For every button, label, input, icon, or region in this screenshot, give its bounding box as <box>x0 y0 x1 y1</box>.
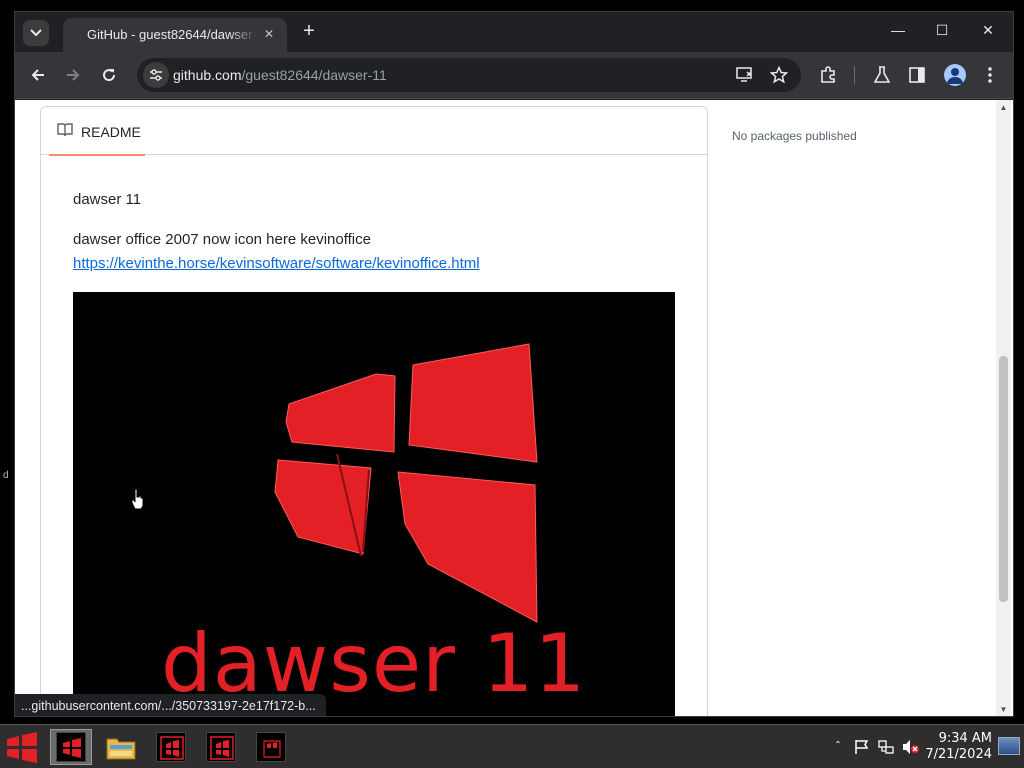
tab-title: GitHub - guest82644/dawser-11 <box>87 27 257 42</box>
taskbar-app-3[interactable] <box>150 729 192 765</box>
install-app-button[interactable] <box>735 65 755 85</box>
folder-icon <box>106 738 136 760</box>
tab-strip: GitHub - guest82644/dawser-11 ✕ + — ☐ ✕ <box>15 12 1013 52</box>
logo-pane-top-left <box>285 373 396 453</box>
scroll-up-arrow-icon[interactable]: ▲ <box>999 103 1008 112</box>
flask-icon <box>874 66 890 83</box>
reload-icon <box>103 69 116 82</box>
tune-icon <box>150 69 162 81</box>
close-window-button[interactable]: ✕ <box>973 22 1003 39</box>
start-button[interactable] <box>4 728 40 766</box>
bookmark-star-button[interactable] <box>769 65 789 85</box>
back-button[interactable] <box>27 64 49 86</box>
new-tab-button[interactable]: + <box>299 20 319 42</box>
site-info-button[interactable] <box>143 62 169 88</box>
chevron-down-icon <box>30 29 42 37</box>
clock-date[interactable]: 7/21/2024 <box>920 747 992 762</box>
tab-github[interactable]: GitHub - guest82644/dawser-11 ✕ <box>63 18 287 52</box>
logo-pane-top-right <box>408 343 538 463</box>
toolbar-separator <box>854 66 855 84</box>
desktop-edge-text: d <box>3 470 9 481</box>
taskbar-app-4[interactable] <box>200 729 242 765</box>
clock-time[interactable]: 9:34 AM <box>928 731 992 746</box>
scroll-down-arrow-icon[interactable]: ▼ <box>999 705 1008 714</box>
tab-readme[interactable]: README <box>49 107 145 156</box>
readme-title: dawser 11 <box>73 191 142 208</box>
forward-button[interactable] <box>62 64 84 86</box>
taskbar-app-1[interactable] <box>50 729 92 765</box>
taskbar: ˆ 9:34 AM 7/21/2024 <box>0 724 1024 768</box>
scrollbar-thumb[interactable] <box>999 356 1008 602</box>
start-logo-icon <box>7 732 37 763</box>
logo-pane-bottom-right <box>397 471 538 623</box>
kebab-menu-icon <box>988 67 992 83</box>
menu-button[interactable] <box>979 64 1001 86</box>
browser-window: GitHub - guest82644/dawser-11 ✕ + — ☐ ✕ … <box>14 11 1014 717</box>
maximize-button[interactable]: ☐ <box>927 22 957 39</box>
app-logo-icon <box>256 732 286 762</box>
book-icon <box>57 123 73 137</box>
url-text: github.com/guest82644/dawser-11 <box>173 67 387 83</box>
readme-card: README dawser 11 dawser office 2007 now … <box>40 106 708 716</box>
readme-link[interactable]: https://kevinthe.horse/kevinsoftware/sof… <box>73 255 480 272</box>
address-bar[interactable]: github.com/guest82644/dawser-11 <box>137 58 801 92</box>
readme-description: dawser office 2007 now icon here kevinof… <box>73 231 371 248</box>
readme-image[interactable]: dawser 11 <box>73 292 675 716</box>
packages-empty-text: No packages published <box>732 129 857 143</box>
app-logo-icon <box>156 732 186 762</box>
side-panel-button[interactable] <box>906 64 928 86</box>
person-icon <box>947 68 963 84</box>
install-icon <box>736 67 752 82</box>
profile-avatar[interactable] <box>944 64 966 86</box>
readme-header: README <box>41 107 707 156</box>
minimize-button[interactable]: — <box>883 22 913 38</box>
browser-toolbar: github.com/guest82644/dawser-11 <box>15 52 1013 99</box>
url-path: /guest82644/dawser-11 <box>241 67 387 83</box>
volume-muted-icon[interactable] <box>902 739 920 755</box>
arrow-left-icon <box>31 69 44 81</box>
arrow-right-icon <box>67 69 80 81</box>
tray-overflow-chevron[interactable]: ˆ <box>836 739 840 753</box>
labs-button[interactable] <box>871 64 893 86</box>
puzzle-icon <box>821 66 835 83</box>
network-icon[interactable] <box>878 739 894 755</box>
url-host: github.com <box>173 67 242 83</box>
tab-close-icon[interactable]: ✕ <box>261 27 277 41</box>
page-viewport: README dawser 11 dawser office 2007 now … <box>15 100 1013 716</box>
link-status-bubble: ...githubusercontent.com/.../350733197-2… <box>15 694 326 716</box>
show-desktop-button[interactable] <box>998 737 1020 755</box>
side-panel-icon <box>909 67 925 83</box>
tab-search-button[interactable] <box>23 20 49 46</box>
reload-button[interactable] <box>98 64 120 86</box>
app-logo-icon <box>206 732 236 762</box>
readme-tab-label: README <box>81 124 141 140</box>
flag-icon[interactable] <box>854 739 870 755</box>
taskbar-file-explorer[interactable] <box>100 729 142 765</box>
extensions-button[interactable] <box>817 64 839 86</box>
star-icon <box>770 66 788 84</box>
page-scrollbar[interactable]: ▲ ▼ <box>996 100 1011 716</box>
taskbar-app-5[interactable] <box>250 729 292 765</box>
hand-cursor-icon <box>131 488 144 510</box>
active-tab-underline <box>49 154 145 156</box>
app-logo-icon <box>56 732 86 762</box>
